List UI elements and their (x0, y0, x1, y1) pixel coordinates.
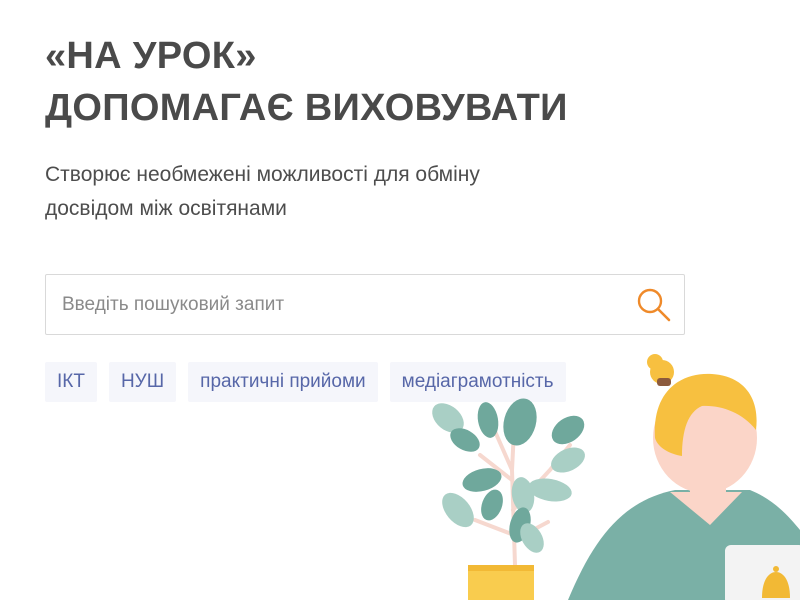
hero-subtitle: Створює необмежені можливості для обміну… (45, 158, 480, 226)
search-button[interactable] (636, 287, 672, 323)
hero-subtitle-line-1: Створює необмежені можливості для обміну (45, 163, 480, 186)
hero-subtitle-line-2: досвідом між освітянами (45, 197, 287, 220)
teacher-illustration (432, 354, 800, 600)
search-box (45, 274, 685, 335)
hero-title-line-2: ДОПОМАГАЄ ВИХОВУВАТИ (45, 87, 568, 129)
tag-nush[interactable]: НУШ (108, 362, 177, 402)
search-input[interactable] (46, 275, 616, 334)
search-icon (637, 288, 671, 322)
plant-icon (432, 398, 585, 600)
teacher-figure (568, 354, 800, 600)
hero-title-line-1: «НА УРОК» (45, 35, 257, 77)
page: «НА УРОК» ДОПОМАГАЄ ВИХОВУВАТИ Створює н… (0, 0, 800, 600)
tag-practical-techniques[interactable]: практичні прийоми (188, 362, 378, 402)
hero-title: «НА УРОК» ДОПОМАГАЄ ВИХОВУВАТИ (45, 30, 568, 134)
tag-ikt[interactable]: ІКТ (45, 362, 97, 402)
